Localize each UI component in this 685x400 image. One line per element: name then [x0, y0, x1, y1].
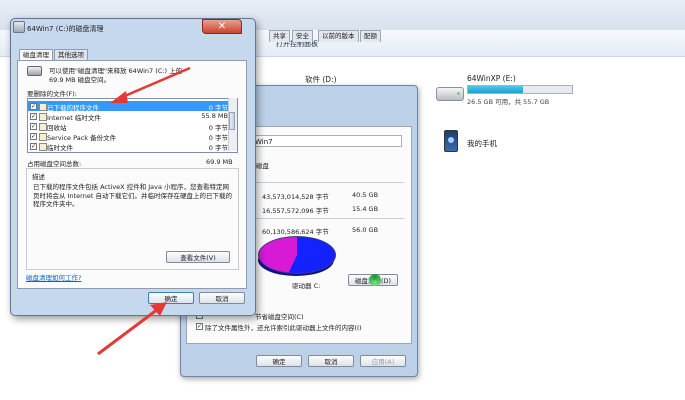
annotation-arrow-to-ok — [97, 302, 167, 356]
annotation-arrows — [97, 66, 191, 356]
annotation-arrow-to-list — [110, 66, 191, 103]
